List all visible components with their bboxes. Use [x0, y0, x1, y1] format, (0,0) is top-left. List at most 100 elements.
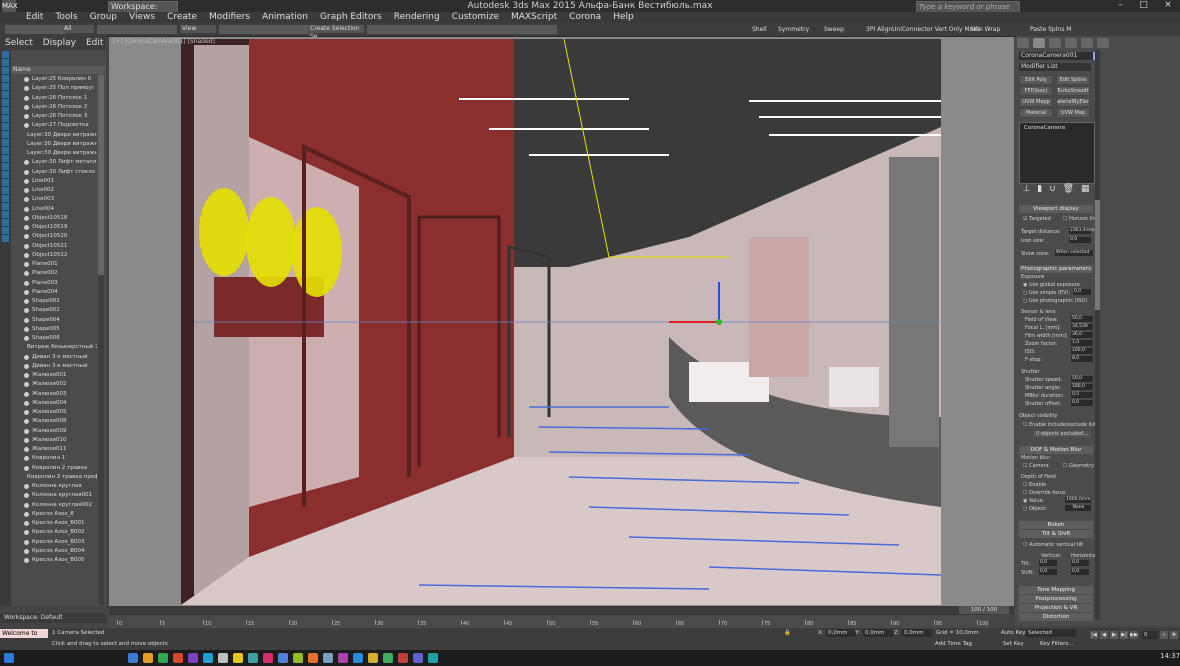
camera-viewport[interactable]: [+] [CoronaCamera001] [Shaded]	[109, 37, 1014, 607]
time-slider-thumb[interactable]: 100 / 100	[959, 606, 1009, 614]
visibility-icon[interactable]	[24, 271, 29, 277]
modifier-preset-button[interactable]: TurboSmooth	[1056, 86, 1090, 96]
zoom-factor-input[interactable]: 1,0	[1071, 340, 1093, 346]
scrollbar-thumb[interactable]	[1095, 200, 1100, 310]
scene-list-item[interactable]: Plane003	[11, 279, 97, 288]
objects-excluded-button[interactable]: 0 objects excluded...	[1033, 431, 1091, 437]
menu-0[interactable]: Edit	[20, 12, 49, 23]
play-icon[interactable]: ▶	[1110, 631, 1118, 639]
x-coordinate-input[interactable]: 0,0mm	[826, 629, 856, 637]
reference-coord-dropdown[interactable]: View	[180, 25, 216, 33]
scene-column-header[interactable]: Name	[11, 66, 105, 74]
scene-list-item[interactable]: Ковролин 2 травка	[11, 464, 97, 473]
toolbar-tool-icon[interactable]	[147, 25, 157, 34]
visibility-icon[interactable]	[24, 289, 29, 295]
scene-list-item[interactable]: Кресло Axos_B001	[11, 519, 97, 528]
taskbar-app-icon[interactable]	[218, 653, 228, 663]
auto-key-mode-dropdown[interactable]: Selected	[1026, 629, 1076, 637]
scene-filter-icon[interactable]	[2, 171, 9, 178]
pan-icon[interactable]: ✥	[1170, 631, 1178, 639]
scene-filter-icon[interactable]	[2, 203, 9, 210]
visibility-icon[interactable]	[24, 326, 29, 332]
geometry-mblur-checkbox[interactable]: ☐ Geometry	[1063, 463, 1094, 469]
scene-list-item[interactable]: Shape004	[11, 316, 97, 325]
create-tab-icon[interactable]	[1017, 38, 1029, 48]
toolbar-script-button[interactable]: UniConnector Vert Only Mode	[892, 25, 981, 34]
app-logo-icon[interactable]: MAX	[2, 0, 18, 12]
tilt-vertical-input[interactable]: 0,0	[1039, 560, 1057, 566]
taskbar-app-icon[interactable]	[158, 653, 168, 663]
visibility-icon[interactable]	[24, 456, 29, 462]
toolbar-tool-icon[interactable]	[219, 25, 229, 34]
toolbar-tool-icon[interactable]	[97, 25, 107, 34]
visibility-icon[interactable]	[24, 206, 29, 212]
focus-object-picker[interactable]: None	[1065, 505, 1091, 511]
scene-filter-icon[interactable]	[2, 195, 9, 202]
scene-list-item[interactable]: Layer:25 Пол прямоуг	[11, 84, 97, 93]
taskbar-app-icon[interactable]	[383, 653, 393, 663]
menu-10[interactable]: MAXScript	[505, 12, 563, 23]
scene-list-item[interactable]: Object10518	[11, 214, 97, 223]
toolbar-tool-icon[interactable]	[15, 25, 25, 34]
visibility-icon[interactable]	[24, 539, 29, 545]
visibility-icon[interactable]	[24, 123, 29, 129]
scene-list-item[interactable]: Plane002	[11, 269, 97, 278]
toolbar-tool-icon[interactable]	[417, 25, 427, 34]
scene-list-item[interactable]: Жалюзи010	[11, 436, 97, 445]
scene-filter-icon[interactable]	[2, 235, 9, 242]
selection-filter-dropdown[interactable]: All	[62, 25, 94, 33]
toolbar-script-button[interactable]: 3PI Align	[866, 25, 892, 34]
toolbar-tool-icon[interactable]	[537, 25, 547, 34]
scene-list-item[interactable]: Жалюзи001	[11, 371, 97, 380]
command-panel-scrollbar[interactable]	[1095, 50, 1100, 620]
remove-modifier-icon[interactable]: 🗑	[1063, 184, 1074, 194]
scene-filter-icon[interactable]	[2, 179, 9, 186]
visibility-icon[interactable]	[24, 511, 29, 517]
show-end-result-icon[interactable]: ▮	[1037, 184, 1042, 194]
scene-filter-icon[interactable]	[2, 155, 9, 162]
toolbar-tool-icon[interactable]	[377, 25, 387, 34]
scene-list-item[interactable]: Line003	[11, 195, 97, 204]
toolbar-tool-icon[interactable]	[25, 25, 35, 34]
scene-filter-icon[interactable]	[2, 75, 9, 82]
visibility-icon[interactable]	[24, 104, 29, 110]
scene-list-item[interactable]: Колонна круглая001	[11, 491, 97, 500]
modifier-list-dropdown[interactable]: Modifier List	[1019, 63, 1091, 71]
taskbar-app-icon[interactable]	[428, 653, 438, 663]
scene-list-item[interactable]: Object10519	[11, 223, 97, 232]
scene-filter-icon[interactable]	[2, 51, 9, 58]
scene-list-item[interactable]: Жалюзи003	[11, 390, 97, 399]
toolbar-tool-icon[interactable]	[477, 25, 487, 34]
next-frame-icon[interactable]: ▶|	[1120, 631, 1128, 639]
display-tab-icon[interactable]	[1081, 38, 1093, 48]
visibility-icon[interactable]	[24, 197, 29, 203]
menu-2[interactable]: Group	[84, 12, 123, 23]
scene-list-item[interactable]: Жалюзи009	[11, 427, 97, 436]
simple-ev-input[interactable]: 0,0	[1073, 289, 1091, 295]
scene-filter-icon[interactable]	[2, 91, 9, 98]
close-icon[interactable]: ×	[1164, 0, 1172, 12]
override-focus-checkbox[interactable]: ☐ Override focus	[1023, 490, 1066, 496]
scrollbar-thumb[interactable]	[98, 75, 104, 275]
scene-list-item[interactable]: Line002	[11, 186, 97, 195]
y-coordinate-input[interactable]: 0,0mm	[863, 629, 893, 637]
object-name-field[interactable]: CoronaCamera001	[1019, 52, 1093, 60]
enable-include-exclude-checkbox[interactable]: ☐ Enable include/exclude list	[1023, 422, 1096, 428]
shutter-speed-input[interactable]: 50,0	[1071, 376, 1093, 382]
shift-vertical-input[interactable]: 0,0	[1039, 569, 1057, 575]
taskbar-app-icon[interactable]	[173, 653, 183, 663]
zoom-icon[interactable]: ⌕	[1160, 631, 1168, 639]
pin-stack-icon[interactable]: ⊥	[1022, 184, 1030, 194]
toolbar-script-button[interactable]: Skin Wrap	[970, 25, 1000, 34]
shift-horizontal-input[interactable]: 0,0	[1071, 569, 1089, 575]
scene-filter-icon[interactable]	[2, 67, 9, 74]
maxscript-listener-input[interactable]: Welcome to	[0, 629, 48, 638]
scene-list-item[interactable]: Кресло Axos_B002	[11, 528, 97, 537]
visibility-icon[interactable]	[24, 410, 29, 416]
toolbar-tool-icon[interactable]	[527, 25, 537, 34]
toolbar-tool-icon[interactable]	[447, 25, 457, 34]
toolbar-tool-icon[interactable]	[547, 25, 557, 34]
taskbar-app-icon[interactable]	[128, 653, 138, 663]
visibility-icon[interactable]	[24, 428, 29, 434]
scene-list-item[interactable]: Жалюзи002	[11, 380, 97, 389]
